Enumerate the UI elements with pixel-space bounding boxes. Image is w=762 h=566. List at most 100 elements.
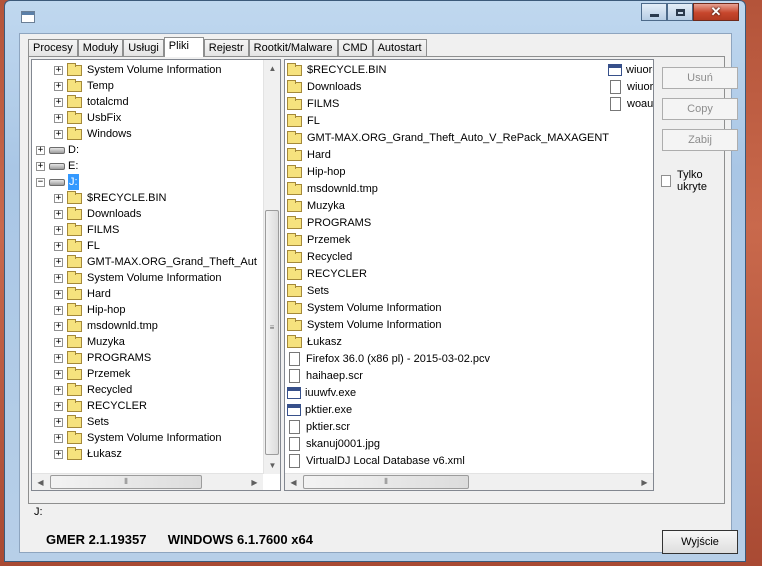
tree-node[interactable]: + GMT-MAX.ORG_Grand_Theft_Aut xyxy=(54,254,257,270)
expand-toggle-icon[interactable]: + xyxy=(54,353,63,363)
filelist-horizontal-scrollbar[interactable]: ◀ ⦀ ▶ xyxy=(285,473,653,490)
tree-node[interactable]: + PROGRAMS xyxy=(54,350,151,366)
expand-toggle-icon[interactable]: + xyxy=(54,401,63,411)
file-list-item[interactable]: iuuwfv.exe xyxy=(287,385,356,401)
tab-5[interactable]: Rootkit/Malware xyxy=(248,39,338,57)
tree-node[interactable]: + System Volume Information xyxy=(54,430,222,446)
file-list-item[interactable]: woaur xyxy=(608,96,653,112)
tree-node[interactable]: + System Volume Information xyxy=(54,270,222,286)
tree-node[interactable]: + Łukasz xyxy=(54,446,122,462)
expand-toggle-icon[interactable]: + xyxy=(54,65,63,75)
file-list-item[interactable]: System Volume Information xyxy=(287,300,442,316)
file-list-item[interactable]: Hard xyxy=(287,147,331,163)
expand-toggle-icon[interactable]: + xyxy=(54,97,63,107)
expand-toggle-icon[interactable]: + xyxy=(54,369,63,379)
file-list-item[interactable]: wiuoru xyxy=(608,62,653,78)
tree-node[interactable]: + Hard xyxy=(54,286,111,302)
file-list-item[interactable]: Downloads xyxy=(287,79,361,95)
file-list-item[interactable]: PROGRAMS xyxy=(287,215,371,231)
tab-6[interactable]: CMD xyxy=(337,39,373,57)
file-list-item[interactable]: Sets xyxy=(287,283,329,299)
tab-3[interactable]: Pliki xyxy=(163,37,204,57)
file-list-item[interactable]: pktier.scr xyxy=(287,419,350,435)
file-list-item[interactable]: Przemek xyxy=(287,232,350,248)
maximize-button[interactable] xyxy=(667,3,693,21)
tab-1[interactable]: Moduły xyxy=(77,39,124,57)
tree-node[interactable]: + Temp xyxy=(54,78,114,94)
tree-node[interactable]: + Przemek xyxy=(54,366,130,382)
tree-node[interactable]: + FL xyxy=(54,238,100,254)
tree-node[interactable]: + $RECYCLE.BIN xyxy=(54,190,166,206)
tree-node[interactable]: + RECYCLER xyxy=(54,398,147,414)
expand-toggle-icon[interactable]: + xyxy=(54,257,63,267)
tree-node[interactable]: + Muzyka xyxy=(54,334,125,350)
tree-node[interactable]: + Hip-hop xyxy=(54,302,126,318)
expand-toggle-icon[interactable]: + xyxy=(54,193,63,203)
copy-button[interactable]: Copy xyxy=(662,98,738,120)
hidden-only-checkbox[interactable]: Tylko ukryte xyxy=(661,169,724,193)
tree-node[interactable]: + E: xyxy=(36,158,78,174)
expand-toggle-icon[interactable]: + xyxy=(54,321,63,331)
scroll-left-icon[interactable]: ◀ xyxy=(285,474,302,490)
tree-node[interactable]: + totalcmd xyxy=(54,94,129,110)
file-list-item[interactable]: VirtualDJ Local Database v6.xml xyxy=(287,453,465,469)
expand-toggle-icon[interactable]: + xyxy=(54,337,63,347)
scroll-up-icon[interactable]: ▲ xyxy=(264,60,280,77)
expand-toggle-icon[interactable]: + xyxy=(54,113,63,123)
expand-toggle-icon[interactable]: + xyxy=(54,417,63,427)
file-list-item[interactable]: Recycled xyxy=(287,249,352,265)
tree-node[interactable]: + Recycled xyxy=(54,382,132,398)
tree-vscroll-thumb[interactable]: ≡ xyxy=(265,210,279,455)
scroll-down-icon[interactable]: ▼ xyxy=(264,457,280,474)
file-list-item[interactable]: FL xyxy=(287,113,320,129)
expand-toggle-icon[interactable]: + xyxy=(54,225,63,235)
file-list-item[interactable]: Muzyka xyxy=(287,198,345,214)
expand-toggle-icon[interactable]: + xyxy=(54,449,63,459)
expand-toggle-icon[interactable]: + xyxy=(54,289,63,299)
tree-node[interactable]: + Sets xyxy=(54,414,109,430)
file-list[interactable]: $RECYCLE.BIN Downloads FILMS FL GMT-MAX.ORG_… xyxy=(284,59,654,491)
tree-node[interactable]: + FILMS xyxy=(54,222,119,238)
file-list-item[interactable]: pktier.exe xyxy=(287,402,352,418)
scroll-right-icon[interactable]: ▶ xyxy=(246,474,263,490)
file-list-item[interactable]: haihaep.scr xyxy=(287,368,363,384)
minimize-button[interactable] xyxy=(641,3,667,21)
title-bar[interactable]: ✕ xyxy=(5,1,745,31)
tab-7[interactable]: Autostart xyxy=(372,39,427,57)
expand-toggle-icon[interactable]: + xyxy=(54,433,63,443)
tree-hscroll-thumb[interactable]: ⦀ xyxy=(50,475,202,489)
scroll-left-icon[interactable]: ◀ xyxy=(32,474,49,490)
tab-0[interactable]: Procesy xyxy=(28,39,78,57)
close-button[interactable]: ✕ xyxy=(693,3,739,21)
expand-toggle-icon[interactable]: + xyxy=(54,385,63,395)
tree-node[interactable]: − J: xyxy=(36,174,79,190)
kill-button[interactable]: Zabij xyxy=(662,129,738,151)
app-icon[interactable] xyxy=(21,11,35,23)
expand-toggle-icon[interactable]: + xyxy=(36,145,45,155)
tree-node[interactable]: + msdownld.tmp xyxy=(54,318,158,334)
tree-node[interactable]: + System Volume Information xyxy=(54,62,222,78)
tree-node[interactable]: + Windows xyxy=(54,126,132,142)
checkbox-box[interactable] xyxy=(661,175,671,187)
file-list-item[interactable]: GMT-MAX.ORG_Grand_Theft_Auto_V_RePack_MA… xyxy=(287,130,609,146)
expand-toggle-icon[interactable]: + xyxy=(54,81,63,91)
tree-vertical-scrollbar[interactable]: ▲ ≡ ▼ xyxy=(263,60,280,474)
file-list-item[interactable]: RECYCLER xyxy=(287,266,367,282)
file-list-item[interactable]: Firefox 36.0 (x86 pl) - 2015-03-02.pcv xyxy=(287,351,490,367)
expand-toggle-icon[interactable]: + xyxy=(54,129,63,139)
file-list-item[interactable]: Łukasz xyxy=(287,334,342,350)
file-list-item[interactable]: Hip-hop xyxy=(287,164,346,180)
expand-toggle-icon[interactable]: + xyxy=(54,273,63,283)
file-list-item[interactable]: wiuoru xyxy=(608,79,653,95)
folder-tree[interactable]: + System Volume Information + Temp + totalcmd… xyxy=(31,59,281,491)
file-list-item[interactable]: $RECYCLE.BIN xyxy=(287,62,386,78)
tree-node[interactable]: + D: xyxy=(36,142,79,158)
expand-toggle-icon[interactable]: + xyxy=(54,241,63,251)
expand-toggle-icon[interactable]: + xyxy=(36,161,45,171)
file-list-item[interactable]: System Volume Information xyxy=(287,317,442,333)
tree-node[interactable]: + Downloads xyxy=(54,206,141,222)
scroll-right-icon[interactable]: ▶ xyxy=(636,474,653,490)
exit-button[interactable]: Wyjście xyxy=(662,530,738,554)
file-list-item[interactable]: msdownld.tmp xyxy=(287,181,378,197)
tab-4[interactable]: Rejestr xyxy=(203,39,249,57)
